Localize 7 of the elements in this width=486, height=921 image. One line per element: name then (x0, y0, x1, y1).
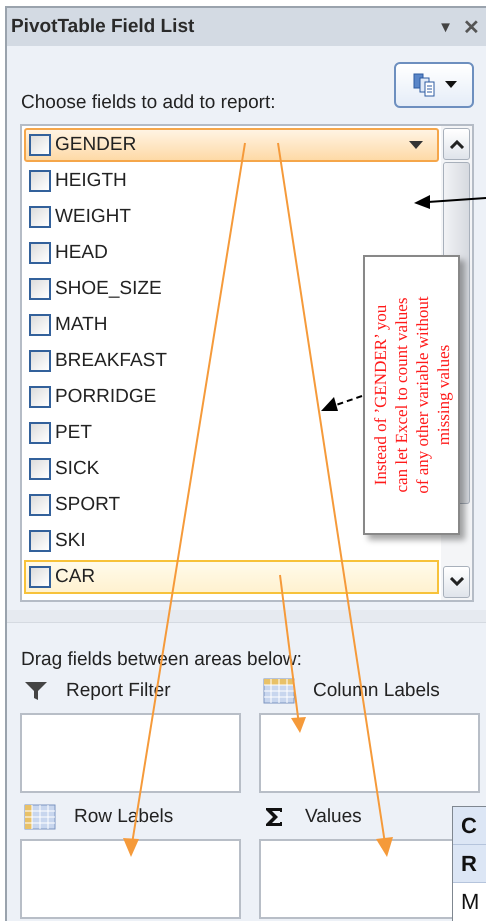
table-cell: R (453, 845, 486, 883)
callout-text: Instead of ’GENDER’ you can let Excel to count values of any other variable without missing values (370, 295, 454, 496)
instruction-text: Choose fields to add to report: (21, 92, 276, 114)
area-label: Values (305, 806, 362, 828)
window-title: PivotTable Field List (11, 16, 196, 38)
table-cell: C (453, 807, 486, 845)
table-cell-text: M (460, 888, 480, 916)
